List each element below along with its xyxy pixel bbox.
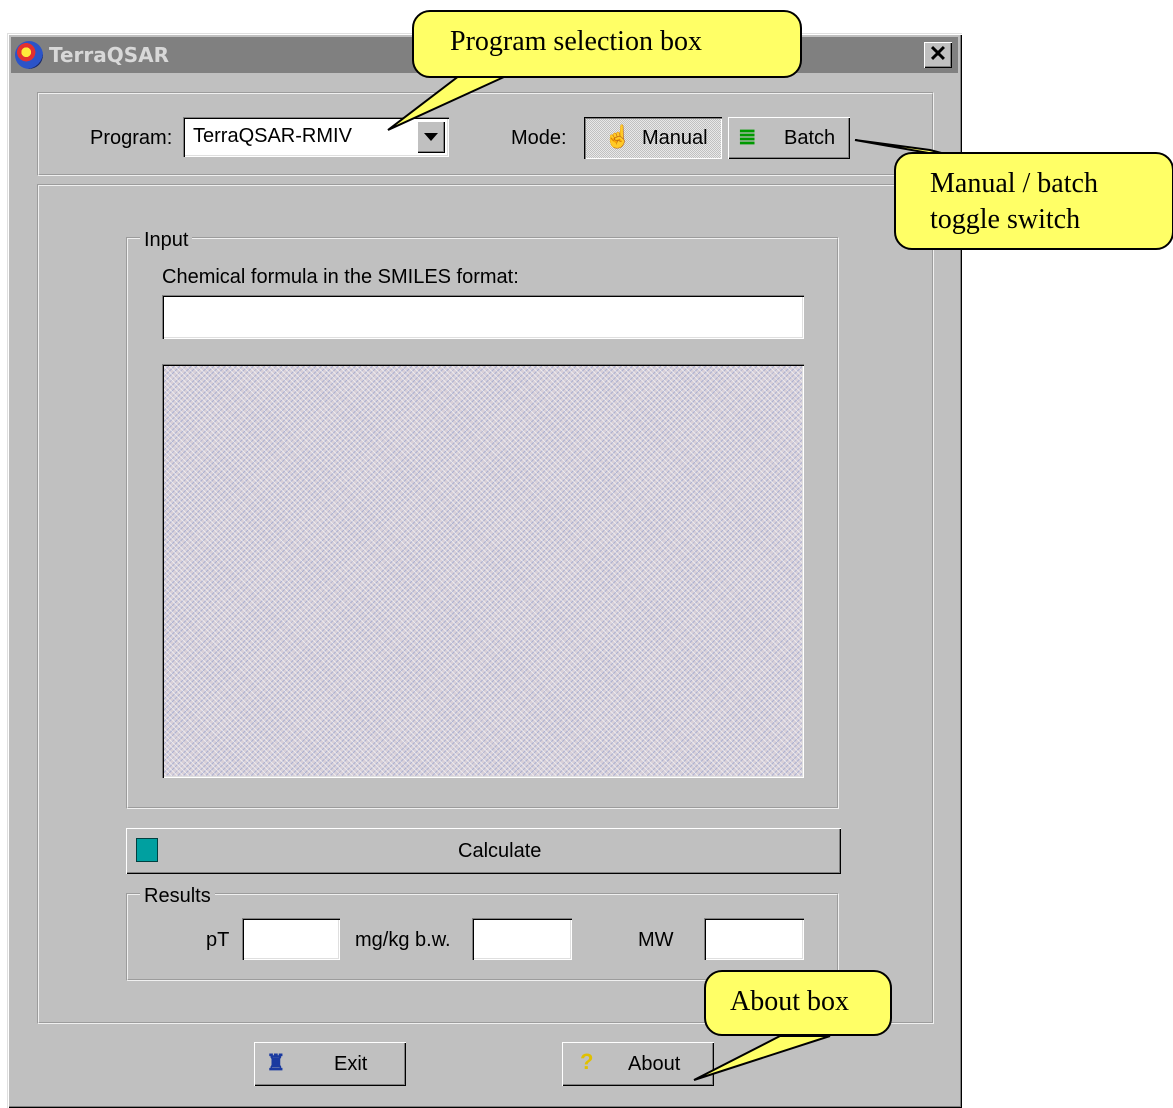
mode-toggle-callout: Manual / batch toggle switch [894,152,1173,250]
calculate-label: Calculate [458,840,542,862]
about-box-callout: About box [704,970,892,1036]
mode-label: Mode: [511,127,567,149]
input-group-label: Input [140,229,193,252]
results-group-label: Results [140,885,215,908]
program-selection-callout: Program selection box [412,10,802,78]
mw-field[interactable] [704,918,804,960]
smiles-label: Chemical formula in the SMILES format: [162,266,519,288]
program-select-value: TerraQSAR-RMIV [193,125,352,147]
mgkg-field[interactable] [472,918,572,960]
batch-list-icon: ≣ [738,124,757,149]
exit-door-icon: ♜ [266,1050,286,1075]
terraqsar-globe-icon [15,41,43,69]
hand-icon: ☝ [604,124,632,149]
window-title: TerraQSAR [49,43,170,67]
manual-mode-label: Manual [642,127,708,149]
batch-mode-label: Batch [784,127,836,149]
calculate-button[interactable]: Calculate [126,828,841,874]
mgkg-label: mg/kg b.w. [355,929,451,951]
pt-field[interactable] [242,918,340,960]
mw-label: MW [638,929,674,951]
program-label: Program: [90,127,173,149]
calculator-icon [136,838,158,862]
chevron-down-icon[interactable] [417,121,445,153]
close-button[interactable]: ✕ [924,42,952,68]
program-select[interactable]: TerraQSAR-RMIV [183,117,449,157]
manual-mode-button[interactable]: ☝ Manual [584,117,722,159]
batch-mode-button[interactable]: ≣ Batch [728,117,850,159]
question-mark-icon: ? [580,1049,594,1074]
pt-label: pT [206,929,230,951]
about-label: About [628,1053,681,1075]
exit-label: Exit [334,1053,368,1075]
program-callout-seam [474,72,526,76]
about-button[interactable]: ? About [562,1042,714,1086]
exit-button[interactable]: ♜ Exit [254,1042,406,1086]
mode-toggle-callout-line2: toggle switch [930,204,1081,235]
mode-toggle-callout-line1: Manual / batch [930,168,1098,199]
structure-display-area [162,364,804,778]
smiles-input[interactable] [162,295,804,339]
program-selection-callout-text: Program selection box [450,26,702,57]
about-callout-seam [782,1030,828,1034]
about-box-callout-text: About box [730,986,849,1017]
